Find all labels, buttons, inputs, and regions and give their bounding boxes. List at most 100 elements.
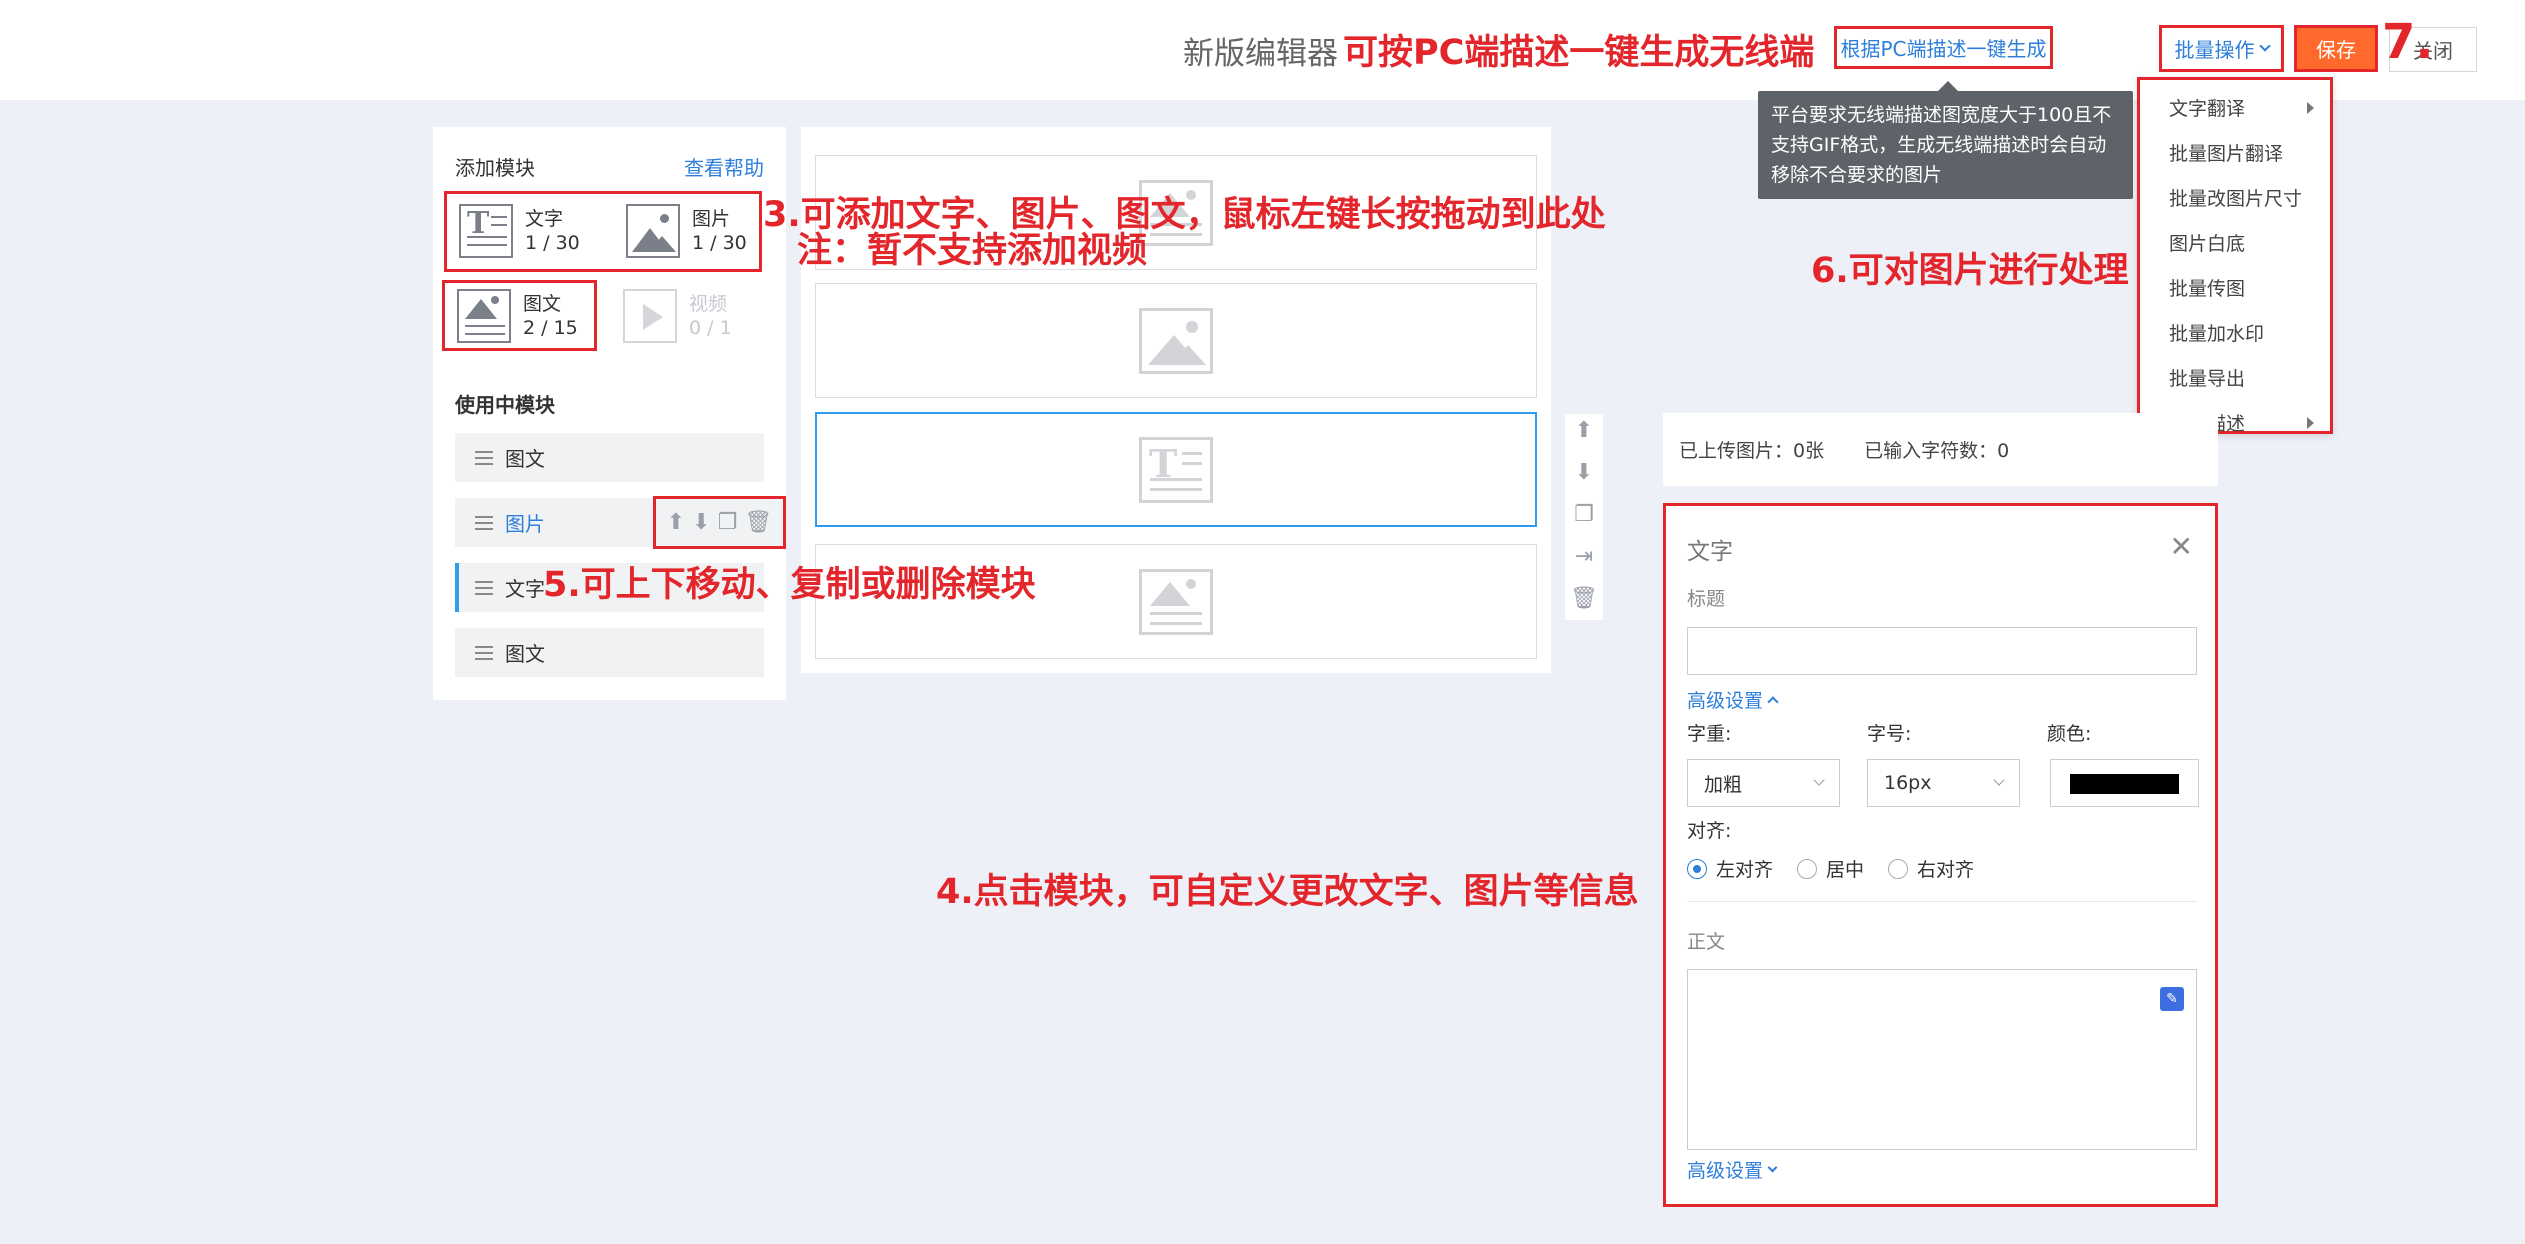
radio-unchecked-icon bbox=[1888, 858, 1909, 879]
body-textarea[interactable]: ✎ bbox=[1687, 969, 2197, 1150]
menu-item-label: 批量图片翻译 bbox=[2169, 143, 2284, 165]
submenu-arrow-icon bbox=[2307, 102, 2314, 114]
batch-operations-label: 批量操作 bbox=[2174, 38, 2255, 62]
block-toolbar: ⬆ ⬇ ❐ ⇥ 🗑 bbox=[1565, 414, 1603, 620]
annotation-3-line2: 注：暂不支持添加视频 bbox=[797, 231, 1148, 271]
add-image-module[interactable]: 图片 1 / 30 bbox=[626, 204, 747, 258]
menu-item-watermark[interactable]: 批量加水印 bbox=[2140, 310, 2330, 355]
generate-tooltip: 平台要求无线端描述图宽度大于100且不支持GIF格式，生成无线端描述时会自动移除… bbox=[1758, 81, 2133, 199]
menu-item-label: 批量导出 bbox=[2169, 368, 2246, 390]
menu-item-white-background[interactable]: 图片白底 bbox=[2140, 220, 2330, 265]
drag-handle-icon[interactable] bbox=[475, 645, 493, 660]
close-icon[interactable]: ✕ bbox=[2170, 530, 2193, 563]
module-name: 图文 bbox=[523, 293, 562, 315]
using-module-label: 文字 bbox=[505, 577, 545, 601]
drag-handle-icon[interactable] bbox=[475, 515, 493, 530]
module-name: 文字 bbox=[525, 208, 564, 230]
chevron-down-icon bbox=[2258, 40, 2271, 52]
copy-icon[interactable]: ❐ bbox=[718, 511, 738, 534]
title-input[interactable] bbox=[1687, 627, 2197, 675]
align-right-radio[interactable]: 右对齐 bbox=[1888, 855, 1974, 882]
menu-item-export[interactable]: 批量导出 bbox=[2140, 355, 2330, 400]
generate-from-pc-button[interactable]: 根据PC端描述一键生成 bbox=[1834, 26, 2053, 69]
add-video-module: 视频 0 / 1 bbox=[623, 289, 732, 343]
menu-item-batch-upload[interactable]: 批量传图 bbox=[2140, 265, 2330, 310]
move-up-icon[interactable]: ⬆ bbox=[1565, 418, 1603, 443]
delete-icon[interactable]: 🗑 bbox=[1565, 586, 1603, 611]
image-placeholder-icon bbox=[1139, 307, 1213, 374]
font-size-select[interactable]: 16px bbox=[1867, 759, 2020, 807]
radio-label: 左对齐 bbox=[1716, 859, 1774, 881]
settings-title: 文字 bbox=[1687, 539, 1733, 565]
advanced-settings-toggle-bottom[interactable]: 高级设置 bbox=[1687, 1156, 1778, 1183]
save-button[interactable]: 保存 bbox=[2294, 25, 2378, 72]
editor-title: 新版编辑器 bbox=[1183, 36, 1338, 72]
image-module-icon bbox=[626, 204, 680, 258]
menu-item-text-translate[interactable]: 文字翻译 bbox=[2140, 85, 2330, 130]
canvas-block-image[interactable] bbox=[815, 283, 1537, 398]
text-placeholder-icon: T bbox=[1139, 436, 1213, 503]
move-up-icon[interactable]: ⬆ bbox=[667, 511, 685, 534]
font-weight-select[interactable]: 加粗 bbox=[1687, 759, 1840, 807]
module-count: 1 / 30 bbox=[525, 232, 580, 254]
annotation-6: 6.可对图片进行处理 bbox=[1811, 251, 2129, 291]
add-text-module[interactable]: T 文字 1 / 30 bbox=[459, 204, 580, 258]
chevron-up-icon bbox=[1767, 696, 1779, 708]
module-panel: 添加模块 查看帮助 T 文字 1 / 30 图片 1 / 30 图文 2 / 1… bbox=[433, 127, 786, 700]
module-count: 0 / 1 bbox=[689, 317, 732, 339]
module-name: 视频 bbox=[689, 293, 728, 315]
drag-handle-icon[interactable] bbox=[475, 580, 493, 595]
stats-bar: 已上传图片：0张 已输入字符数：0 bbox=[1663, 413, 2218, 486]
advanced-settings-label: 高级设置 bbox=[1687, 690, 1764, 712]
image-text-module-group: 图文 2 / 15 bbox=[442, 280, 597, 351]
using-module-row[interactable]: 图文 bbox=[455, 628, 764, 677]
radio-checked-icon bbox=[1687, 858, 1707, 879]
copy-icon[interactable]: ❐ bbox=[1565, 502, 1603, 527]
canvas-block-text[interactable]: T bbox=[815, 412, 1537, 527]
image-text-module-icon bbox=[457, 289, 511, 343]
delete-icon[interactable]: 🗑 bbox=[744, 511, 772, 534]
help-link[interactable]: 查看帮助 bbox=[684, 152, 764, 181]
font-weight-value: 加粗 bbox=[1704, 773, 1743, 796]
color-label: 颜色: bbox=[2047, 723, 2092, 745]
title-label: 标题 bbox=[1687, 588, 1726, 610]
menu-item-resize-images[interactable]: 批量改图片尺寸 bbox=[2140, 175, 2330, 220]
align-label: 对齐: bbox=[1687, 820, 1732, 842]
module-count: 1 / 30 bbox=[692, 232, 747, 254]
chevron-down-icon bbox=[1813, 774, 1825, 786]
move-down-icon[interactable]: ⬇ bbox=[1565, 460, 1603, 485]
menu-item-label: 文字翻译 bbox=[2169, 98, 2246, 120]
size-label: 字号: bbox=[1867, 723, 1912, 745]
using-module-label: 图文 bbox=[505, 642, 545, 666]
menu-item-label: 批量传图 bbox=[2169, 278, 2246, 300]
drag-handle-icon[interactable] bbox=[475, 450, 493, 465]
using-module-row[interactable]: 图文 bbox=[455, 433, 764, 482]
align-left-radio[interactable]: 左对齐 bbox=[1687, 855, 1773, 882]
rich-edit-icon[interactable]: ✎ bbox=[2160, 987, 2184, 1011]
module-name: 图片 bbox=[692, 208, 731, 230]
align-center-radio[interactable]: 居中 bbox=[1797, 855, 1864, 882]
move-down-icon[interactable]: ⬇ bbox=[692, 511, 710, 534]
submenu-arrow-icon bbox=[2307, 417, 2314, 429]
annotation-7: 7. bbox=[2382, 14, 2434, 70]
add-image-text-module[interactable]: 图文 2 / 15 bbox=[457, 289, 578, 343]
uploaded-images-count: 已上传图片：0张 bbox=[1679, 440, 1825, 462]
body-label: 正文 bbox=[1687, 931, 1726, 953]
add-module-title: 添加模块 bbox=[455, 156, 535, 180]
video-module-icon bbox=[623, 289, 677, 343]
char-count: 已输入字符数：0 bbox=[1864, 440, 2010, 462]
insert-icon[interactable]: ⇥ bbox=[1565, 544, 1603, 569]
menu-item-label: 批量改图片尺寸 bbox=[2169, 188, 2303, 210]
module-settings-panel: 文字 ✕ 标题 高级设置 字重: 字号: 颜色: 加粗 16px 对齐: 左对齐… bbox=[1663, 503, 2218, 1207]
chevron-down-icon bbox=[1993, 774, 2005, 786]
menu-item-label: 图片白底 bbox=[2169, 233, 2246, 255]
using-module-label: 图片 bbox=[505, 512, 545, 536]
radio-label: 右对齐 bbox=[1917, 859, 1975, 881]
advanced-settings-toggle[interactable]: 高级设置 bbox=[1687, 686, 1779, 713]
radio-unchecked-icon bbox=[1797, 858, 1818, 879]
using-module-row[interactable]: 图片 ⬆ ⬇ ❐ 🗑 bbox=[455, 496, 786, 549]
color-picker[interactable] bbox=[2050, 759, 2199, 807]
image-text-placeholder-icon bbox=[1139, 568, 1213, 635]
batch-operations-button[interactable]: 批量操作 bbox=[2159, 25, 2284, 72]
menu-item-image-translate[interactable]: 批量图片翻译 bbox=[2140, 130, 2330, 175]
